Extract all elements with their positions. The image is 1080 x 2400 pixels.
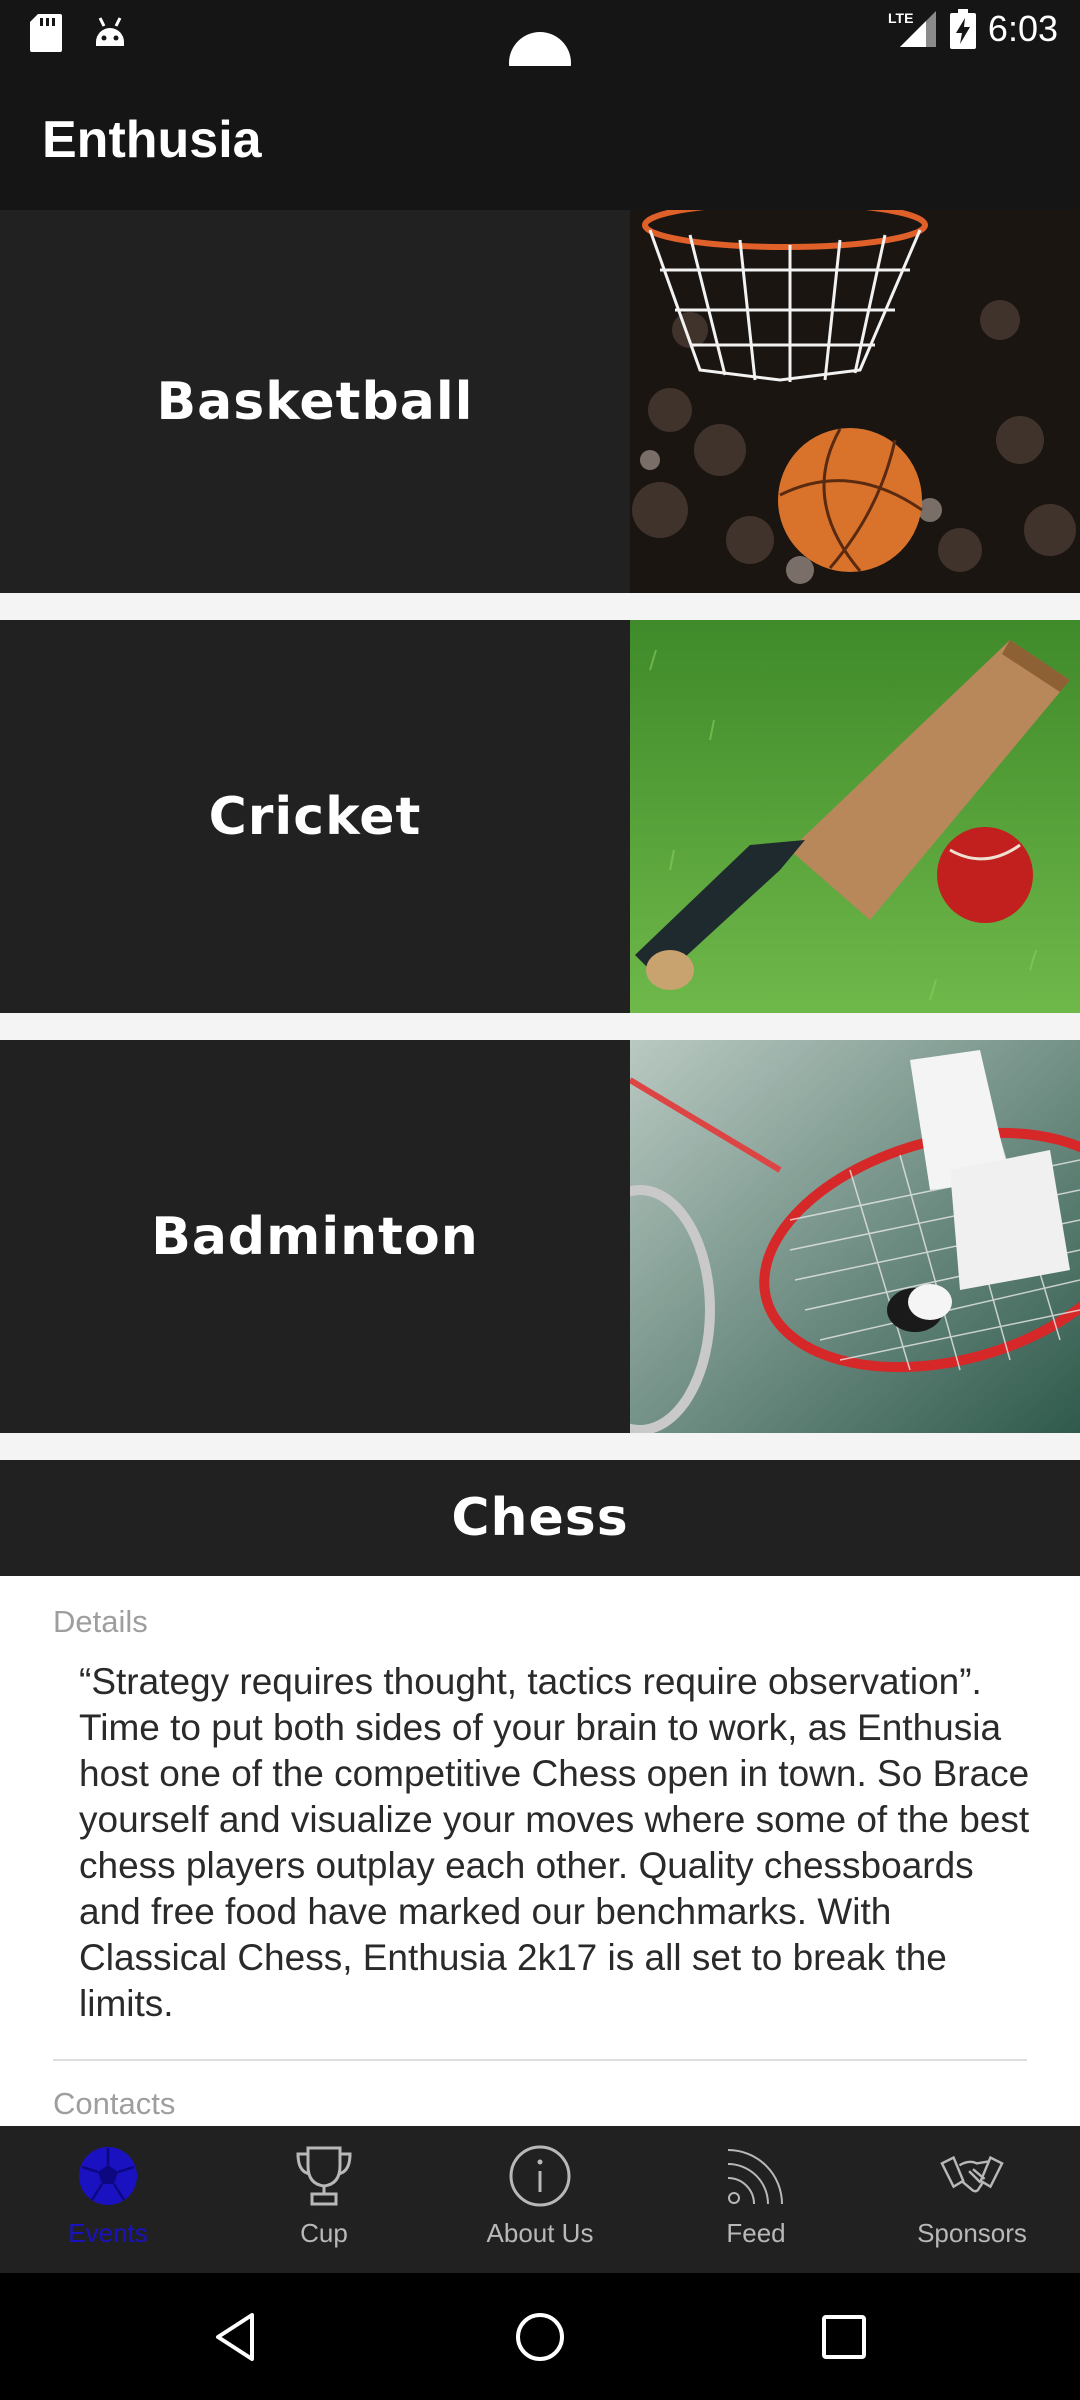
chess-header: Chess — [0, 1460, 1080, 1576]
system-navigation-bar — [0, 2273, 1080, 2400]
tab-feed[interactable]: Feed — [648, 2126, 864, 2273]
details-text: “Strategy requires thought, tactics requ… — [79, 1661, 1030, 2024]
event-card-badminton[interactable]: Badminton — [0, 1040, 1080, 1433]
android-debug-icon — [96, 17, 124, 46]
app-title: Enthusia — [42, 111, 262, 169]
chess-details-panel: Details “Strategy requires thought, tact… — [0, 1576, 1080, 2126]
handshake-icon — [940, 2144, 1004, 2208]
soccer-ball-icon — [76, 2144, 140, 2208]
cricket-bat-ball-image — [630, 620, 1080, 1013]
bottom-navigation: Events Cup About Us Feed Sponsors — [0, 2126, 1080, 2273]
tab-label: Cup — [300, 2218, 348, 2248]
event-title: Basketball — [156, 371, 474, 432]
lte-signal-icon: LTE — [888, 10, 936, 47]
tab-label: Events — [68, 2218, 148, 2248]
tab-about-us[interactable]: About Us — [432, 2126, 648, 2273]
event-card-basketball[interactable]: Basketball — [0, 210, 1080, 593]
recents-icon[interactable] — [816, 2309, 872, 2365]
home-icon[interactable] — [512, 2309, 568, 2365]
badminton-racket-shuttlecock-image — [630, 1040, 1080, 1433]
tab-label: About Us — [486, 2218, 594, 2248]
chess-title: Chess — [451, 1488, 629, 1548]
contacts-label: Contacts — [53, 2086, 176, 2121]
tab-sponsors[interactable]: Sponsors — [864, 2126, 1080, 2273]
trophy-icon — [292, 2144, 356, 2208]
svg-text:LTE: LTE — [888, 10, 913, 26]
sd-card-icon — [30, 14, 62, 52]
tab-label: Sponsors — [917, 2218, 1027, 2248]
details-label: Details — [53, 1604, 148, 1639]
divider — [53, 2059, 1027, 2061]
event-title: Cricket — [208, 786, 422, 847]
tab-cup[interactable]: Cup — [216, 2126, 432, 2273]
rss-feed-icon — [724, 2144, 788, 2208]
event-card-cricket[interactable]: Cricket — [0, 620, 1080, 1013]
clock: 6:03 — [987, 8, 1058, 49]
back-icon[interactable] — [208, 2309, 264, 2365]
tab-events[interactable]: Events — [0, 2126, 216, 2273]
battery-charging-icon — [949, 9, 976, 49]
basketball-hoop-image — [630, 210, 1080, 593]
status-bar: LTE 6:03 — [0, 0, 1080, 94]
tab-label: Feed — [726, 2218, 786, 2248]
app-bar: Enthusia — [0, 66, 1080, 210]
event-title: Badminton — [151, 1206, 479, 1267]
info-icon — [508, 2144, 572, 2208]
